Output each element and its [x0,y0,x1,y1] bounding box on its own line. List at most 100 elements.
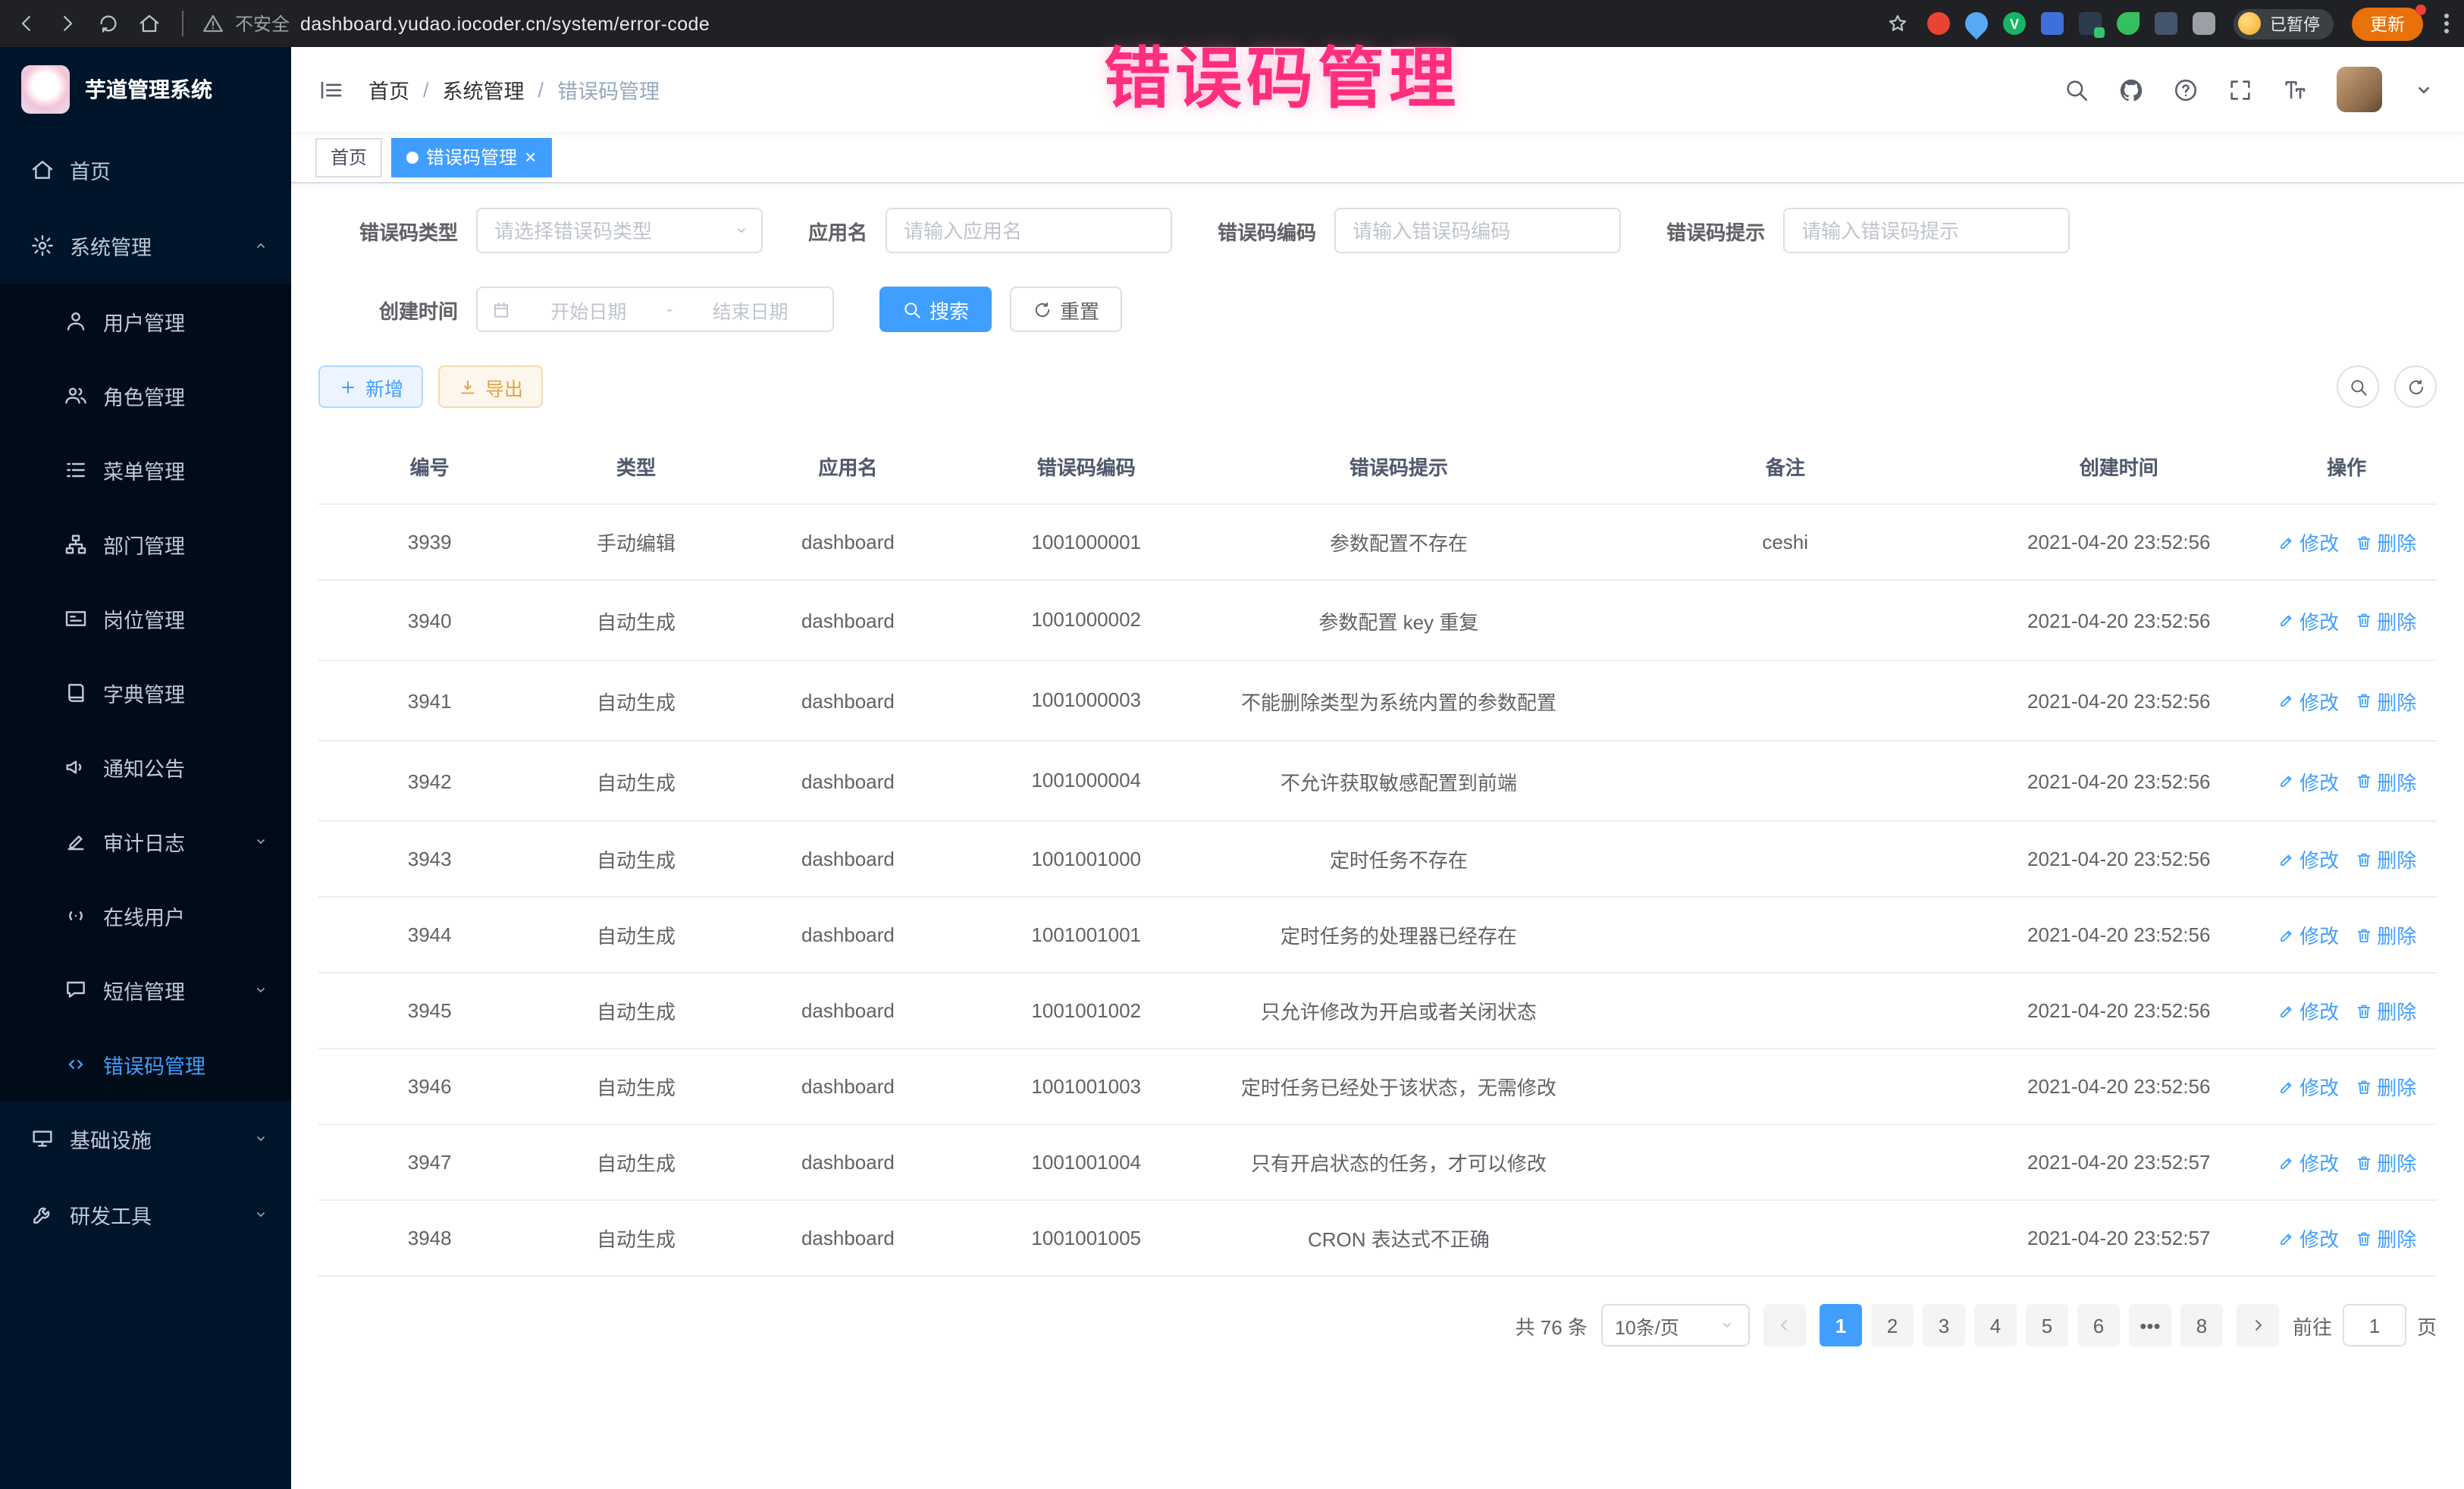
edit-link[interactable]: 修改 [2277,766,2339,795]
date-range-picker[interactable]: 开始日期 - 结束日期 [476,287,834,332]
sidebar-item-label: 基础设施 [70,1124,252,1154]
prev-page-button[interactable] [1763,1305,1806,1347]
delete-link[interactable]: 删除 [2354,921,2416,950]
extensions-puzzle-icon[interactable] [2193,12,2215,35]
font-size-icon[interactable] [2282,77,2308,102]
hamburger-icon[interactable] [318,77,344,102]
page-number-button[interactable]: 1 [1820,1305,1862,1347]
sidebar-item[interactable]: 错误码管理 [0,1027,291,1101]
tag-home[interactable]: 首页 [315,137,382,177]
browser-extension-icon[interactable] [2155,12,2177,35]
page-number-button[interactable]: 3 [1923,1305,1965,1347]
sidebar-item[interactable]: 在线用户 [0,878,291,952]
page-size-select[interactable]: 10条/页 [1601,1305,1750,1347]
sidebar-item[interactable]: 基础设施 [0,1101,291,1177]
home-browser-icon[interactable] [138,12,161,35]
edit-link[interactable]: 修改 [2277,528,2339,556]
page-number-button[interactable]: 8 [2180,1305,2223,1347]
browser-extension-icon[interactable] [2117,12,2140,35]
edit-link[interactable]: 修改 [2277,1149,2339,1177]
app-name-input[interactable] [886,208,1172,253]
sidebar-item[interactable]: 首页 [0,132,291,208]
next-page-button[interactable] [2237,1305,2279,1347]
close-icon[interactable] [525,146,536,168]
breadcrumb-item[interactable]: 首页 [368,74,409,105]
table-row: 3945自动生成dashboard1001001002只允许修改为开启或者关闭状… [318,973,2437,1049]
tag-error-code[interactable]: 错误码管理 [391,137,551,177]
edit-link[interactable]: 修改 [2277,1224,2339,1253]
address-bar[interactable]: 不安全 dashboard.yudao.iocoder.cn/system/er… [182,11,710,36]
delete-link[interactable]: 删除 [2354,606,2416,635]
edit-link[interactable]: 修改 [2277,845,2339,874]
search-icon[interactable] [2064,77,2089,102]
app-logo[interactable]: 芋道管理系统 [0,47,291,132]
github-icon[interactable] [2118,77,2144,102]
export-button[interactable]: 导出 [438,365,543,408]
browser-extension-icon[interactable] [2041,12,2064,35]
sidebar-item[interactable]: 通知公告 [0,729,291,804]
page-ellipsis[interactable]: ••• [2129,1305,2171,1347]
edit-link[interactable]: 修改 [2277,921,2339,950]
tag-label: 错误码管理 [426,144,517,170]
bookmark-star-icon[interactable] [1886,12,1909,35]
chev-up-icon [252,237,270,255]
toggle-search-button[interactable] [2337,365,2379,408]
error-code-input[interactable] [1334,208,1621,253]
sidebar-item[interactable]: 菜单管理 [0,432,291,506]
cell-id: 3944 [318,898,541,973]
url-text[interactable]: dashboard.yudao.iocoder.cn/system/error-… [300,13,710,34]
forward-icon[interactable] [56,12,79,35]
page-number-button[interactable]: 5 [2026,1305,2068,1347]
browser-extension-icon[interactable] [2079,12,2102,35]
reset-button[interactable]: 重置 [1010,287,1122,332]
delete-link[interactable]: 删除 [2354,1224,2416,1253]
page-number-button[interactable]: 6 [2077,1305,2120,1347]
cell-time: 2021-04-20 23:52:56 [1981,898,2256,973]
add-button[interactable]: 新增 [318,365,423,408]
delete-link[interactable]: 删除 [2354,686,2416,715]
delete-link[interactable]: 删除 [2354,528,2416,556]
delete-link[interactable]: 删除 [2354,845,2416,874]
sidebar-item[interactable]: 审计日志 [0,804,291,878]
edit-link[interactable]: 修改 [2277,686,2339,715]
search-button[interactable]: 搜索 [879,287,992,332]
sidebar-item[interactable]: 短信管理 [0,952,291,1027]
sidebar-item[interactable]: 角色管理 [0,358,291,432]
help-icon[interactable] [2173,77,2199,102]
cell-remark [1589,973,1981,1049]
error-type-select[interactable] [476,208,763,253]
breadcrumb-item[interactable]: 系统管理 [443,74,525,105]
chevron-down-icon[interactable] [2411,77,2437,102]
cell-hint: 不允许获取敏感配置到前端 [1208,741,1589,821]
sidebar-item[interactable]: 系统管理 [0,208,291,284]
sidebar-item[interactable]: 岗位管理 [0,581,291,655]
sidebar-item[interactable]: 字典管理 [0,655,291,729]
page-number-button[interactable]: 4 [1974,1305,2017,1347]
refresh-table-button[interactable] [2394,365,2437,408]
delete-link[interactable]: 删除 [2354,997,2416,1026]
back-icon[interactable] [15,12,38,35]
browser-menu-icon[interactable] [2444,14,2449,33]
reload-icon[interactable] [97,12,120,35]
page-number-button[interactable]: 2 [1871,1305,1914,1347]
cell-code: 1001000002 [964,580,1208,660]
edit-link[interactable]: 修改 [2277,1073,2339,1102]
edit-link[interactable]: 修改 [2277,997,2339,1026]
delete-link[interactable]: 删除 [2354,766,2416,795]
browser-update-button[interactable]: 更新 [2352,7,2423,40]
delete-link[interactable]: 删除 [2354,1073,2416,1102]
edit-link[interactable]: 修改 [2277,606,2339,635]
sidebar-item[interactable]: 研发工具 [0,1177,291,1252]
sidebar-item[interactable]: 用户管理 [0,284,291,358]
browser-extension-icon[interactable]: V [2003,12,2026,35]
sidebar-item[interactable]: 部门管理 [0,506,291,581]
browser-extension-icon[interactable] [1961,8,1992,39]
goto-page-input[interactable] [2343,1305,2406,1347]
avatar[interactable] [2337,67,2382,112]
paused-badge[interactable]: 已暂停 [2234,8,2334,39]
delete-link[interactable]: 删除 [2354,1149,2416,1177]
fullscreen-icon[interactable] [2227,77,2253,102]
error-hint-input[interactable] [1783,208,2070,253]
browser-extension-icon[interactable] [1927,12,1950,35]
edit-log-icon [64,829,88,853]
